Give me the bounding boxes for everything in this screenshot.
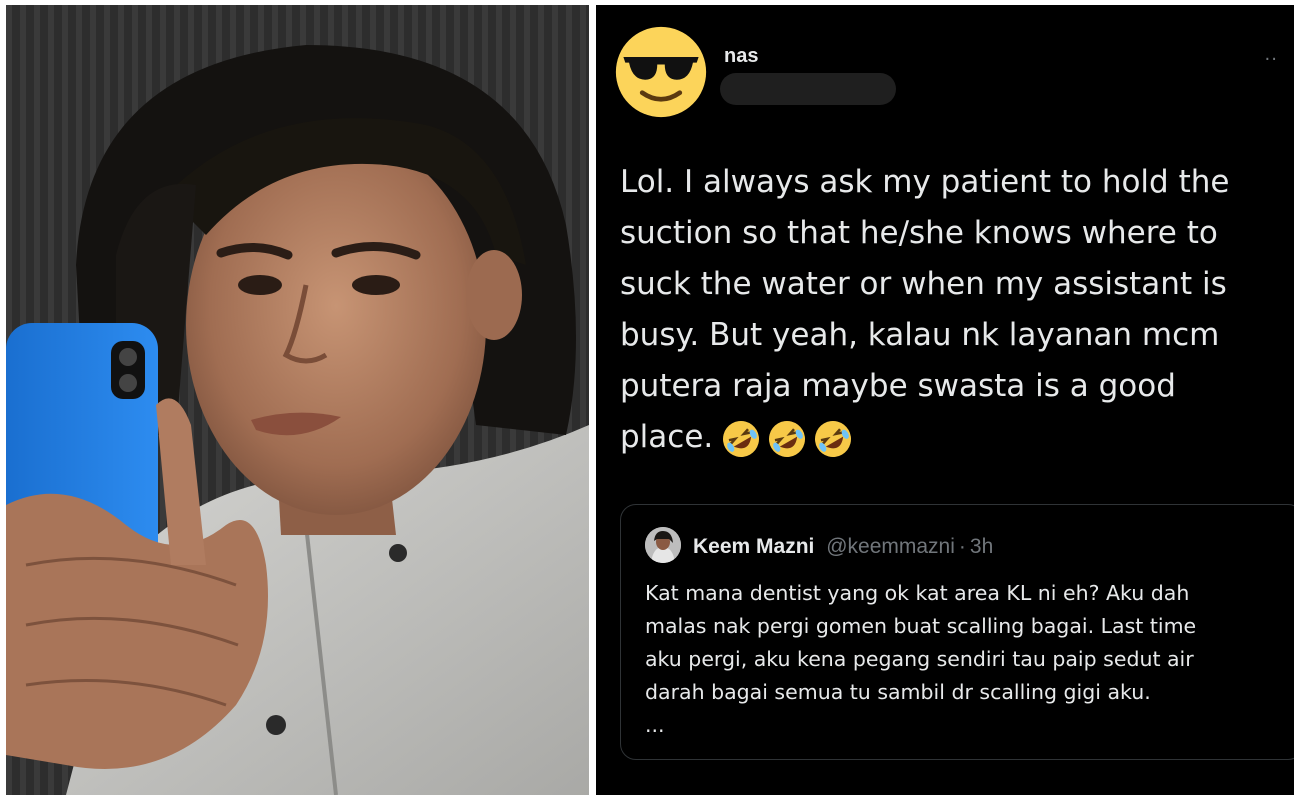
quoted-line: aku pergi, aku kena pegang sendiri tau p… <box>645 647 1194 671</box>
tweet-line-last: place. <box>620 412 1280 463</box>
selfie-photo <box>6 5 589 795</box>
quoted-ellipsis: ... <box>645 713 665 737</box>
tweet-line: suction so that he/she knows where to <box>620 215 1218 251</box>
more-options-icon[interactable]: ·· <box>1265 49 1278 70</box>
tweet-line: busy. But yeah, kalau nk layanan mcm <box>620 317 1220 353</box>
quoted-tweet-header: Keem Mazni @keemmazni · 3h <box>693 535 993 559</box>
tweet-line: place. <box>620 419 714 455</box>
quoted-line: darah bagai semua tu sambil dr scalling … <box>645 680 1151 704</box>
emoji-row <box>721 419 853 459</box>
tweet-author-name[interactable]: nas <box>724 45 758 68</box>
tweet-body: Lol. I always ask my patient to hold the… <box>620 157 1280 463</box>
quoted-author-avatar[interactable] <box>645 527 681 563</box>
tweet-line: putera raja maybe swasta is a good <box>620 368 1176 404</box>
rolling-on-floor-laughing-icon <box>769 420 806 457</box>
quoted-line: Kat mana dentist yang ok kat area KL ni … <box>645 581 1190 605</box>
quoted-tweet-time[interactable]: 3h <box>970 535 993 558</box>
tweet-card: nas ·· Lol. I always ask my patient to h… <box>596 5 1294 795</box>
rolling-on-floor-laughing-icon <box>723 420 760 457</box>
quoted-author-name[interactable]: Keem Mazni <box>693 535 814 558</box>
quoted-tweet-body: Kat mana dentist yang ok kat area KL ni … <box>645 577 1285 742</box>
quoted-line: malas nak pergi gomen buat scalling baga… <box>645 614 1197 638</box>
tweet-line: Lol. I always ask my patient to hold the <box>620 164 1230 200</box>
quoted-author-handle[interactable]: @keemmazni <box>826 535 955 558</box>
selfie-illustration <box>6 5 589 795</box>
tweet-line: suck the water or when my assistant is <box>620 266 1227 302</box>
header-separator: · <box>958 535 966 558</box>
rolling-on-floor-laughing-icon <box>815 420 852 457</box>
redacted-handle <box>720 73 896 105</box>
sunglasses-emoji-avatar-icon[interactable] <box>614 25 708 119</box>
quoted-tweet-card[interactable]: Keem Mazni @keemmazni · 3h Kat mana dentis… <box>620 504 1294 760</box>
avatar-photo-icon <box>645 527 681 563</box>
